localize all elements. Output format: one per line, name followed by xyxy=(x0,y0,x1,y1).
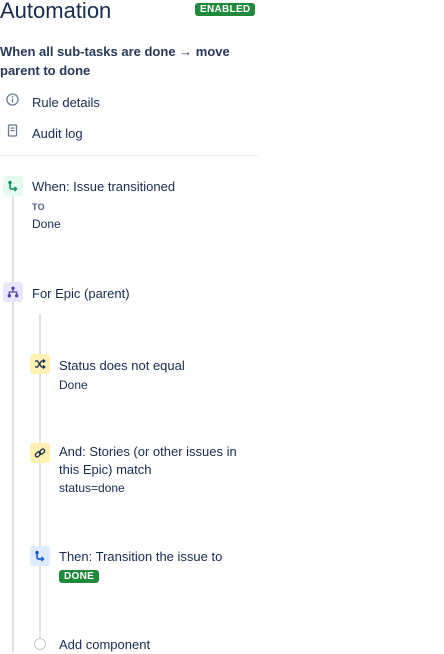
transition-icon[interactable] xyxy=(30,546,50,566)
done-badge: DONE xyxy=(59,570,100,583)
trigger-label[interactable]: When: Issue transitioned xyxy=(32,178,175,196)
sidebar-item-label: Rule details xyxy=(32,94,100,110)
document-icon xyxy=(6,124,19,143)
condition-detail: Done xyxy=(59,378,88,392)
page-title: Automation xyxy=(0,0,112,23)
trigger-to-label: TO xyxy=(32,202,45,212)
condition-label[interactable]: Status does not equal xyxy=(59,357,185,375)
sidebar-item-label: Audit log xyxy=(32,126,83,141)
branch-label[interactable]: For Epic (parent) xyxy=(32,285,130,303)
action-label[interactable]: Then: Transition the issue to xyxy=(59,548,222,566)
divider xyxy=(0,155,258,156)
sidebar-item-audit-log[interactable]: Audit log xyxy=(6,124,83,143)
shuffle-icon[interactable] xyxy=(30,354,50,374)
link-icon[interactable] xyxy=(30,443,50,463)
condition-label[interactable]: And: Stories (or other issues in this Ep… xyxy=(59,443,244,479)
branch-icon[interactable] xyxy=(3,282,23,302)
rule-flow-line xyxy=(12,196,14,652)
trigger-icon[interactable] xyxy=(3,176,23,196)
status-badge[interactable]: ENABLED xyxy=(195,3,256,16)
trigger-to-value: Done xyxy=(32,217,61,231)
rule-name: When all sub-tasks are done → move paren… xyxy=(0,44,230,78)
add-component-icon[interactable] xyxy=(34,638,46,650)
sidebar-item-rule-details[interactable]: Rule details xyxy=(6,93,100,111)
add-component-button[interactable]: Add component xyxy=(59,636,150,654)
condition-detail: status=done xyxy=(59,481,125,495)
info-icon xyxy=(6,93,19,111)
